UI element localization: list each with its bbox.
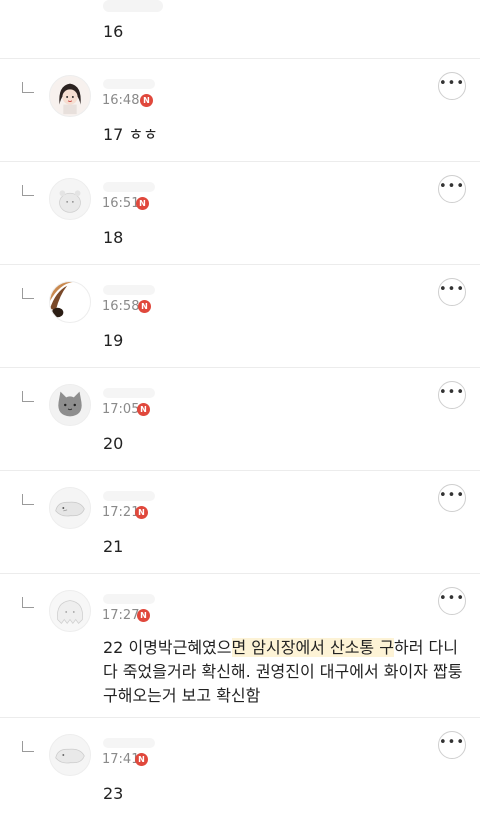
comment-text: 23 (103, 784, 124, 803)
comment-time: 16:58 (102, 299, 140, 314)
comment-text: 21 (103, 537, 124, 556)
new-badge: N (137, 403, 150, 416)
comment-text-part: 22 이명박근혜였으 (103, 638, 232, 657)
reply-arrow-icon (22, 82, 34, 93)
new-badge: N (140, 94, 153, 107)
avatar[interactable] (49, 384, 91, 426)
comment-time: 17:21 (102, 505, 140, 520)
more-options-button[interactable]: ••• (438, 278, 466, 306)
comment-text: 16 (103, 22, 124, 41)
reply-arrow-icon (22, 597, 34, 608)
author-name-blurred (103, 594, 155, 604)
avatar-girl-icon (50, 76, 90, 116)
author-name-blurred (103, 0, 163, 12)
avatar-hamster-icon (50, 179, 90, 219)
new-badge: N (135, 753, 148, 766)
author-name-blurred (103, 491, 155, 501)
reply-item: 16:48 N ••• 17 ㅎㅎ (0, 59, 480, 162)
avatar[interactable] (49, 487, 91, 529)
more-options-button[interactable]: ••• (438, 175, 466, 203)
reply-arrow-icon (22, 185, 34, 196)
new-badge: N (135, 506, 148, 519)
comment-text: 19 (103, 331, 124, 350)
reply-item: 17:05 N ••• 20 (0, 368, 480, 471)
avatar-lizard-icon (50, 488, 90, 528)
reply-arrow-icon (22, 741, 34, 752)
comment-text: 20 (103, 434, 124, 453)
comment-time: 17:41 (102, 752, 140, 767)
more-options-button[interactable]: ••• (438, 731, 466, 759)
avatar[interactable] (49, 734, 91, 776)
author-name-blurred (103, 79, 155, 89)
new-badge: N (137, 609, 150, 622)
reply-arrow-icon (22, 391, 34, 402)
more-options-button[interactable]: ••• (438, 484, 466, 512)
more-options-button[interactable]: ••• (438, 381, 466, 409)
author-name-blurred (103, 285, 155, 295)
comment-time: 17:05 (102, 402, 140, 417)
author-name-blurred (103, 738, 155, 748)
comment-time: 17:27 (102, 608, 140, 623)
avatar-blob-icon (50, 591, 90, 631)
reply-item: 17:41 N ••• 23 (0, 718, 480, 818)
reply-arrow-icon (22, 288, 34, 299)
comment-text: 22 이명박근혜였으면 암시장에서 산소통 구하러 다니다 죽었을거라 확신해.… (103, 636, 468, 708)
comment-text: 18 (103, 228, 124, 247)
reply-item: 16:51 N ••• 18 (0, 162, 480, 265)
avatar[interactable] (49, 281, 91, 323)
avatar-cat-icon (50, 385, 90, 425)
author-name-blurred (103, 182, 155, 192)
comment-time: 16:48 (102, 93, 140, 108)
comment-item: 16 (0, 0, 480, 59)
reply-item: 17:27 N ••• 22 이명박근혜였으면 암시장에서 산소통 구하러 다니… (0, 574, 480, 718)
avatar[interactable] (49, 75, 91, 117)
more-options-button[interactable]: ••• (438, 587, 466, 615)
reply-arrow-icon (22, 494, 34, 505)
avatar[interactable] (49, 590, 91, 632)
new-badge: N (138, 300, 151, 313)
author-name-blurred (103, 388, 155, 398)
avatar-lizard-icon (50, 735, 90, 775)
comment-time: 16:51 (102, 196, 140, 211)
comment-text: 17 ㅎㅎ (103, 125, 158, 144)
new-badge: N (136, 197, 149, 210)
avatar-photo-icon (50, 282, 90, 322)
reply-item: 16:58 N ••• 19 (0, 265, 480, 368)
avatar[interactable] (49, 178, 91, 220)
highlighted-text: 면 암시장에서 산소통 구 (231, 638, 394, 657)
reply-item: 17:21 N ••• 21 (0, 471, 480, 574)
more-options-button[interactable]: ••• (438, 72, 466, 100)
